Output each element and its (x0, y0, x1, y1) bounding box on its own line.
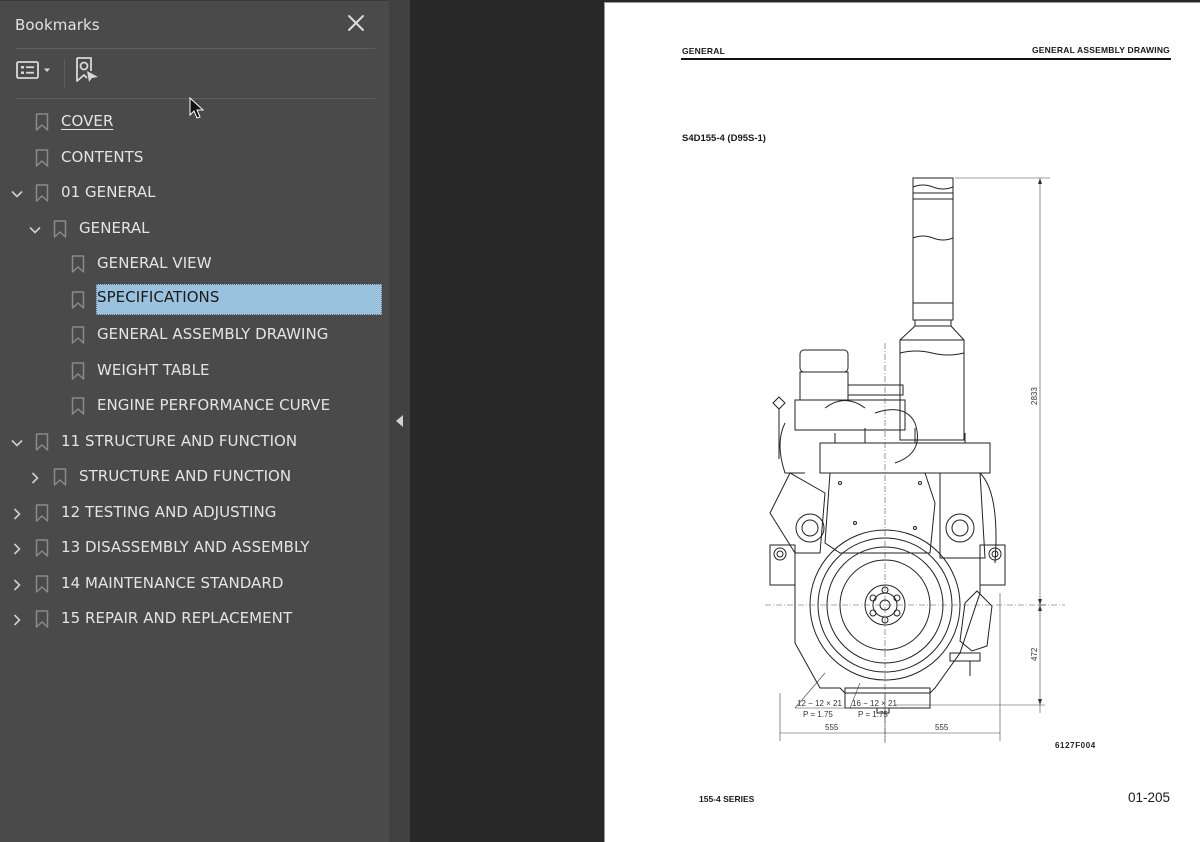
bookmark-item[interactable]: GENERAL (0, 211, 389, 247)
bookmark-icon (53, 468, 67, 486)
bookmarks-panel: Bookmarks COVER CONTENTS 01 GENERAL GENE… (0, 0, 389, 842)
thread-note-1: 12 − 12 × 21 (797, 699, 842, 708)
page-number: 01-205 (1127, 790, 1170, 805)
bookmark-label[interactable]: GENERAL ASSEMBLY DRAWING (96, 324, 329, 344)
bookmark-item[interactable]: 12 TESTING AND ADJUSTING (0, 495, 389, 531)
bookmark-label[interactable]: GENERAL (78, 218, 151, 238)
bookmark-item[interactable]: ENGINE PERFORMANCE CURVE (0, 388, 389, 424)
bookmark-item[interactable]: SPECIFICATIONS (0, 282, 389, 318)
bookmark-icon (71, 397, 85, 415)
bookmark-label[interactable]: WEIGHT TABLE (96, 360, 211, 380)
chevron-right-icon[interactable] (10, 506, 24, 520)
thread-pitch-1: P = 1.75 (803, 710, 833, 719)
options-button[interactable] (15, 57, 57, 87)
panel-splitter[interactable] (389, 0, 410, 842)
bookmark-icon (35, 539, 49, 557)
bookmark-label[interactable]: STRUCTURE AND FUNCTION (78, 466, 292, 486)
bookmark-icon (35, 113, 49, 131)
bookmarks-header: Bookmarks (15, 15, 375, 37)
side-components (769, 472, 997, 564)
bookmark-icon (71, 361, 85, 380)
engine-block (769, 544, 1006, 714)
bookmark-icon (71, 290, 85, 309)
chevron-down-icon[interactable] (28, 222, 42, 236)
header-rule (681, 58, 1171, 60)
bookmark-label[interactable]: 13 DISASSEMBLY AND ASSEMBLY (60, 537, 311, 557)
list-options-icon (15, 58, 55, 86)
oil-filter (949, 590, 993, 676)
bookmark-item[interactable]: CONTENTS (0, 140, 389, 176)
thread-note-2: 16 − 12 × 21 (852, 699, 897, 708)
bookmark-item[interactable]: GENERAL VIEW (0, 246, 389, 282)
bookmark-icon (53, 219, 67, 238)
bookmark-icon (35, 503, 49, 522)
bookmark-item[interactable]: STRUCTURE AND FUNCTION (0, 459, 389, 495)
page-header-title: GENERAL ASSEMBLY DRAWING (1032, 45, 1170, 55)
chevron-right-icon[interactable] (10, 612, 24, 626)
figure-id: 6127F004 (1055, 741, 1096, 750)
bookmark-label[interactable]: COVER (60, 111, 114, 131)
chevron-down-icon[interactable] (10, 435, 24, 449)
bookmark-item[interactable]: 01 GENERAL (0, 175, 389, 211)
chevron-right-icon[interactable] (10, 541, 24, 555)
dim-height-total: 2833 (1030, 387, 1039, 405)
bookmark-label[interactable]: 15 REPAIR AND REPLACEMENT (60, 608, 293, 628)
chevron-right-icon[interactable] (10, 577, 24, 591)
page-footer-series: 155-4 SERIES (699, 794, 755, 804)
bookmark-label[interactable]: 11 STRUCTURE AND FUNCTION (60, 431, 298, 451)
bookmark-item[interactable]: WEIGHT TABLE (0, 353, 389, 389)
dim-height-center: 472 (1030, 647, 1039, 661)
bookmark-icon (35, 184, 49, 202)
close-icon[interactable] (346, 13, 366, 33)
bookmark-item[interactable]: 14 MAINTENANCE STANDARD (0, 566, 389, 602)
document-view[interactable]: GENERAL GENERAL ASSEMBLY DRAWING S4D155-… (410, 0, 1200, 842)
bookmarks-toolbar (15, 57, 375, 89)
bookmark-item[interactable]: GENERAL ASSEMBLY DRAWING (0, 317, 389, 353)
bookmark-icon (71, 255, 85, 273)
engine-upper-accessories (772, 349, 991, 474)
header-divider (15, 48, 375, 49)
bookmark-item[interactable]: 15 REPAIR AND REPLACEMENT (0, 601, 389, 637)
bookmark-label[interactable]: GENERAL VIEW (96, 253, 213, 273)
bookmark-label[interactable]: 12 TESTING AND ADJUSTING (60, 502, 277, 522)
find-current-bookmark-icon (73, 56, 101, 88)
pdf-page: GENERAL GENERAL ASSEMBLY DRAWING S4D155-… (604, 2, 1200, 842)
toolbar-separator (64, 59, 65, 87)
find-current-bookmark-button[interactable] (73, 57, 103, 87)
engine-assembly-drawing: 2833 472 555 555 12 − 12 × 21 P = 1.75 1… (765, 177, 1065, 743)
dim-width-left: 555 (825, 723, 839, 732)
bookmark-icon (35, 432, 49, 451)
chevron-down-icon[interactable] (10, 186, 24, 200)
page-header-section: GENERAL (682, 46, 725, 56)
dim-width-right: 555 (935, 723, 949, 732)
mouse-cursor-icon (189, 96, 205, 125)
bookmark-icon (35, 148, 49, 167)
collapse-left-icon[interactable] (396, 415, 403, 427)
bookmark-label[interactable]: 14 MAINTENANCE STANDARD (60, 573, 284, 593)
air-intake-pipe (899, 177, 965, 441)
center-lines (765, 343, 1065, 743)
engine-model: S4D155-4 (D95S-1) (682, 133, 766, 144)
bookmark-label[interactable]: CONTENTS (60, 147, 144, 167)
bookmark-item[interactable]: 11 STRUCTURE AND FUNCTION (0, 424, 389, 460)
bookmark-label[interactable]: SPECIFICATIONS (96, 283, 382, 315)
thread-pitch-2: P = 1.75 (858, 710, 888, 719)
bookmark-item[interactable]: 13 DISASSEMBLY AND ASSEMBLY (0, 530, 389, 566)
bookmark-icon (35, 610, 49, 628)
timing-cover (824, 472, 936, 554)
panel-title: Bookmarks (15, 16, 100, 34)
bookmark-label[interactable]: ENGINE PERFORMANCE CURVE (96, 395, 331, 415)
bookmark-label[interactable]: 01 GENERAL (60, 182, 157, 202)
bookmark-icon (71, 326, 85, 344)
chevron-right-icon[interactable] (28, 470, 42, 484)
bookmark-tree: COVER CONTENTS 01 GENERAL GENERAL GENERAL VI… (0, 104, 389, 637)
bookmark-icon (35, 574, 49, 593)
